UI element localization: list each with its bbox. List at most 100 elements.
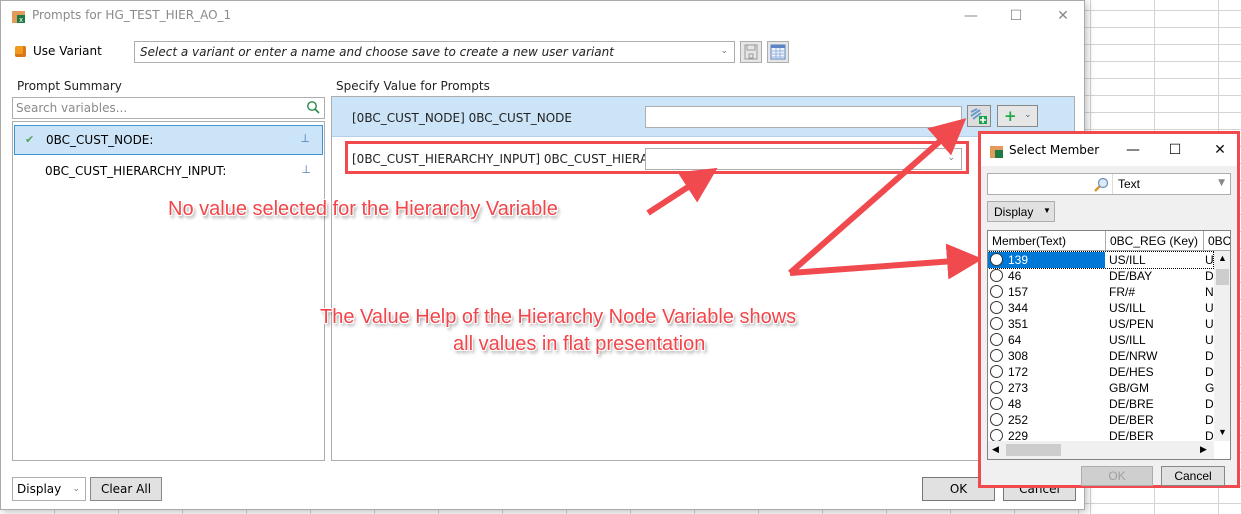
member-row[interactable]: 351 US/PEN U bbox=[988, 316, 1214, 332]
annotation-value-help-line2: all values in flat presentation bbox=[453, 333, 706, 355]
prompt-summary-heading: Prompt Summary bbox=[17, 79, 122, 93]
minimize-button[interactable]: — bbox=[1121, 140, 1145, 160]
cust-node-value-input[interactable] bbox=[645, 106, 962, 128]
select-member-dialog: Select Member — ☐ ✕ Text ▼ Display ▼ Mem… bbox=[978, 131, 1240, 488]
member-radio[interactable] bbox=[990, 413, 1003, 426]
summary-item-cust-hierarchy-input[interactable]: 0BC_CUST_HIERARCHY_INPUT: ⊥ bbox=[14, 157, 323, 187]
member-row[interactable]: 157 FR/# N bbox=[988, 284, 1214, 300]
chevron-down-icon[interactable]: ▼ bbox=[1218, 178, 1225, 188]
member-row[interactable]: 48 DE/BRE D bbox=[988, 396, 1214, 412]
member-ok-button[interactable]: OK bbox=[1081, 466, 1153, 486]
manage-variants-button[interactable] bbox=[767, 41, 789, 63]
member-radio[interactable] bbox=[990, 285, 1003, 298]
third-column-cell: U bbox=[1205, 317, 1214, 331]
third-column-cell: U bbox=[1205, 253, 1214, 267]
prompt-label: [0BC_CUST_NODE] 0BC_CUST_NODE bbox=[352, 111, 572, 125]
maximize-button[interactable]: ☐ bbox=[1163, 140, 1187, 160]
column-header-reg-key[interactable]: 0BC_REG (Key) bbox=[1106, 231, 1204, 251]
select-member-title-bar: Select Member — ☐ ✕ bbox=[981, 134, 1237, 166]
member-radio[interactable] bbox=[990, 381, 1003, 394]
scroll-down-icon[interactable]: ▼ bbox=[1218, 427, 1227, 437]
member-display-button[interactable]: Display ▼ bbox=[987, 201, 1055, 222]
horizontal-scroll-thumb[interactable] bbox=[1006, 444, 1061, 456]
variant-cube-icon bbox=[15, 46, 26, 57]
member-text-cell: 252 bbox=[1008, 413, 1029, 427]
member-row[interactable]: 273 GB/GM G bbox=[988, 380, 1214, 396]
member-row[interactable]: 64 US/ILL U bbox=[988, 332, 1214, 348]
third-column-cell: D bbox=[1205, 349, 1214, 363]
title-bar: x Prompts for HG_TEST_HIER_AO_1 — ☐ ✕ bbox=[1, 1, 1084, 31]
check-icon: ✔ bbox=[25, 133, 35, 146]
reg-key-cell: DE/NRW bbox=[1109, 349, 1158, 363]
third-column-cell: D bbox=[1205, 365, 1214, 379]
member-text-cell: 64 bbox=[1008, 333, 1022, 347]
member-row[interactable]: 344 US/ILL U bbox=[988, 300, 1214, 316]
member-text-cell: 139 bbox=[988, 252, 1105, 268]
value-help-icon bbox=[970, 108, 987, 124]
search-icon[interactable] bbox=[306, 100, 320, 114]
scroll-left-icon[interactable]: ◀ bbox=[992, 444, 999, 455]
save-variant-button[interactable] bbox=[740, 41, 762, 63]
search-variables-input[interactable]: Search variables... bbox=[12, 97, 325, 119]
member-cancel-button[interactable]: Cancel bbox=[1161, 466, 1225, 486]
summary-item-label: 0BC_CUST_HIERARCHY_INPUT: bbox=[45, 164, 227, 178]
reg-key-cell: US/ILL bbox=[1109, 333, 1146, 347]
display-dropdown[interactable]: Display ⌄ bbox=[12, 477, 86, 501]
prompt-row-cust-node: [0BC_CUST_NODE] 0BC_CUST_NODE + ⌄ bbox=[332, 97, 1074, 137]
member-row[interactable]: 308 DE/NRW D bbox=[988, 348, 1214, 364]
analysis-office-icon bbox=[990, 146, 1003, 158]
window-title: Prompts for HG_TEST_HIER_AO_1 bbox=[32, 8, 232, 22]
caret-down-icon: ▼ bbox=[1043, 206, 1051, 215]
reg-key-cell: DE/BER bbox=[1109, 413, 1154, 427]
member-row[interactable]: 46 DE/BAY D bbox=[988, 268, 1214, 284]
spreadsheet-background-bottom bbox=[0, 510, 1085, 514]
scroll-up-icon[interactable]: ▲ bbox=[1218, 253, 1227, 263]
member-search-input[interactable]: Text ▼ bbox=[987, 173, 1231, 195]
pin-icon[interactable]: ⊥ bbox=[300, 132, 310, 145]
third-column-cell: D bbox=[1205, 397, 1214, 411]
search-mode-value[interactable]: Text bbox=[1118, 177, 1140, 191]
horizontal-scrollbar[interactable]: ◀ ▶ bbox=[988, 441, 1214, 459]
third-column-cell: N bbox=[1205, 285, 1214, 299]
add-value-button[interactable]: + ⌄ bbox=[997, 105, 1038, 127]
chevron-down-icon[interactable]: ⌄ bbox=[720, 46, 728, 56]
member-row[interactable]: 139 US/ILL U bbox=[988, 251, 1214, 269]
close-button[interactable]: ✕ bbox=[1048, 5, 1078, 27]
minimize-button[interactable]: — bbox=[956, 5, 986, 27]
member-row[interactable]: 172 DE/HES D bbox=[988, 364, 1214, 380]
search-icon[interactable] bbox=[1092, 176, 1110, 194]
column-header-member-text[interactable]: Member(Text) bbox=[988, 231, 1106, 251]
member-radio[interactable] bbox=[990, 269, 1003, 282]
table-icon bbox=[770, 44, 786, 60]
clear-all-button[interactable]: Clear All bbox=[90, 477, 162, 501]
vertical-scroll-thumb[interactable] bbox=[1216, 269, 1229, 285]
scroll-right-icon[interactable]: ▶ bbox=[1200, 444, 1207, 455]
summary-item-cust-node[interactable]: ✔ 0BC_CUST_NODE: ⊥ bbox=[14, 125, 323, 155]
member-radio[interactable] bbox=[990, 349, 1003, 362]
annotation-value-help-line1: The Value Help of the Hierarchy Node Var… bbox=[320, 306, 797, 328]
reg-key-cell: DE/BRE bbox=[1109, 397, 1154, 411]
member-row[interactable]: 252 DE/BER D bbox=[988, 412, 1214, 428]
member-radio[interactable] bbox=[990, 317, 1003, 330]
chevron-down-icon[interactable]: ⌄ bbox=[1024, 110, 1032, 120]
prompt-summary-list: ✔ 0BC_CUST_NODE: ⊥ 0BC_CUST_HIERARCHY_IN… bbox=[12, 121, 325, 461]
maximize-button[interactable]: ☐ bbox=[1001, 5, 1031, 27]
variant-combobox[interactable]: Select a variant or enter a name and cho… bbox=[134, 41, 735, 63]
vertical-scrollbar[interactable]: ▲ ▼ bbox=[1214, 251, 1230, 441]
member-radio[interactable] bbox=[990, 365, 1003, 378]
close-button[interactable]: ✕ bbox=[1208, 140, 1232, 160]
variant-placeholder: Select a variant or enter a name and cho… bbox=[140, 45, 614, 59]
member-radio[interactable] bbox=[990, 253, 1003, 266]
member-radio[interactable] bbox=[990, 397, 1003, 410]
search-separator bbox=[1112, 174, 1113, 194]
member-radio[interactable] bbox=[990, 333, 1003, 346]
member-radio[interactable] bbox=[990, 301, 1003, 314]
pin-icon[interactable]: ⊥ bbox=[301, 163, 311, 176]
reg-key-cell: FR/# bbox=[1109, 285, 1136, 299]
column-header-third[interactable]: 0BC bbox=[1204, 231, 1230, 251]
value-help-button[interactable] bbox=[967, 105, 991, 127]
member-text-cell: 351 bbox=[1008, 317, 1029, 331]
reg-key-cell: US/ILL bbox=[1109, 253, 1146, 267]
third-column-cell: D bbox=[1205, 269, 1214, 283]
floppy-disk-icon bbox=[744, 44, 758, 60]
